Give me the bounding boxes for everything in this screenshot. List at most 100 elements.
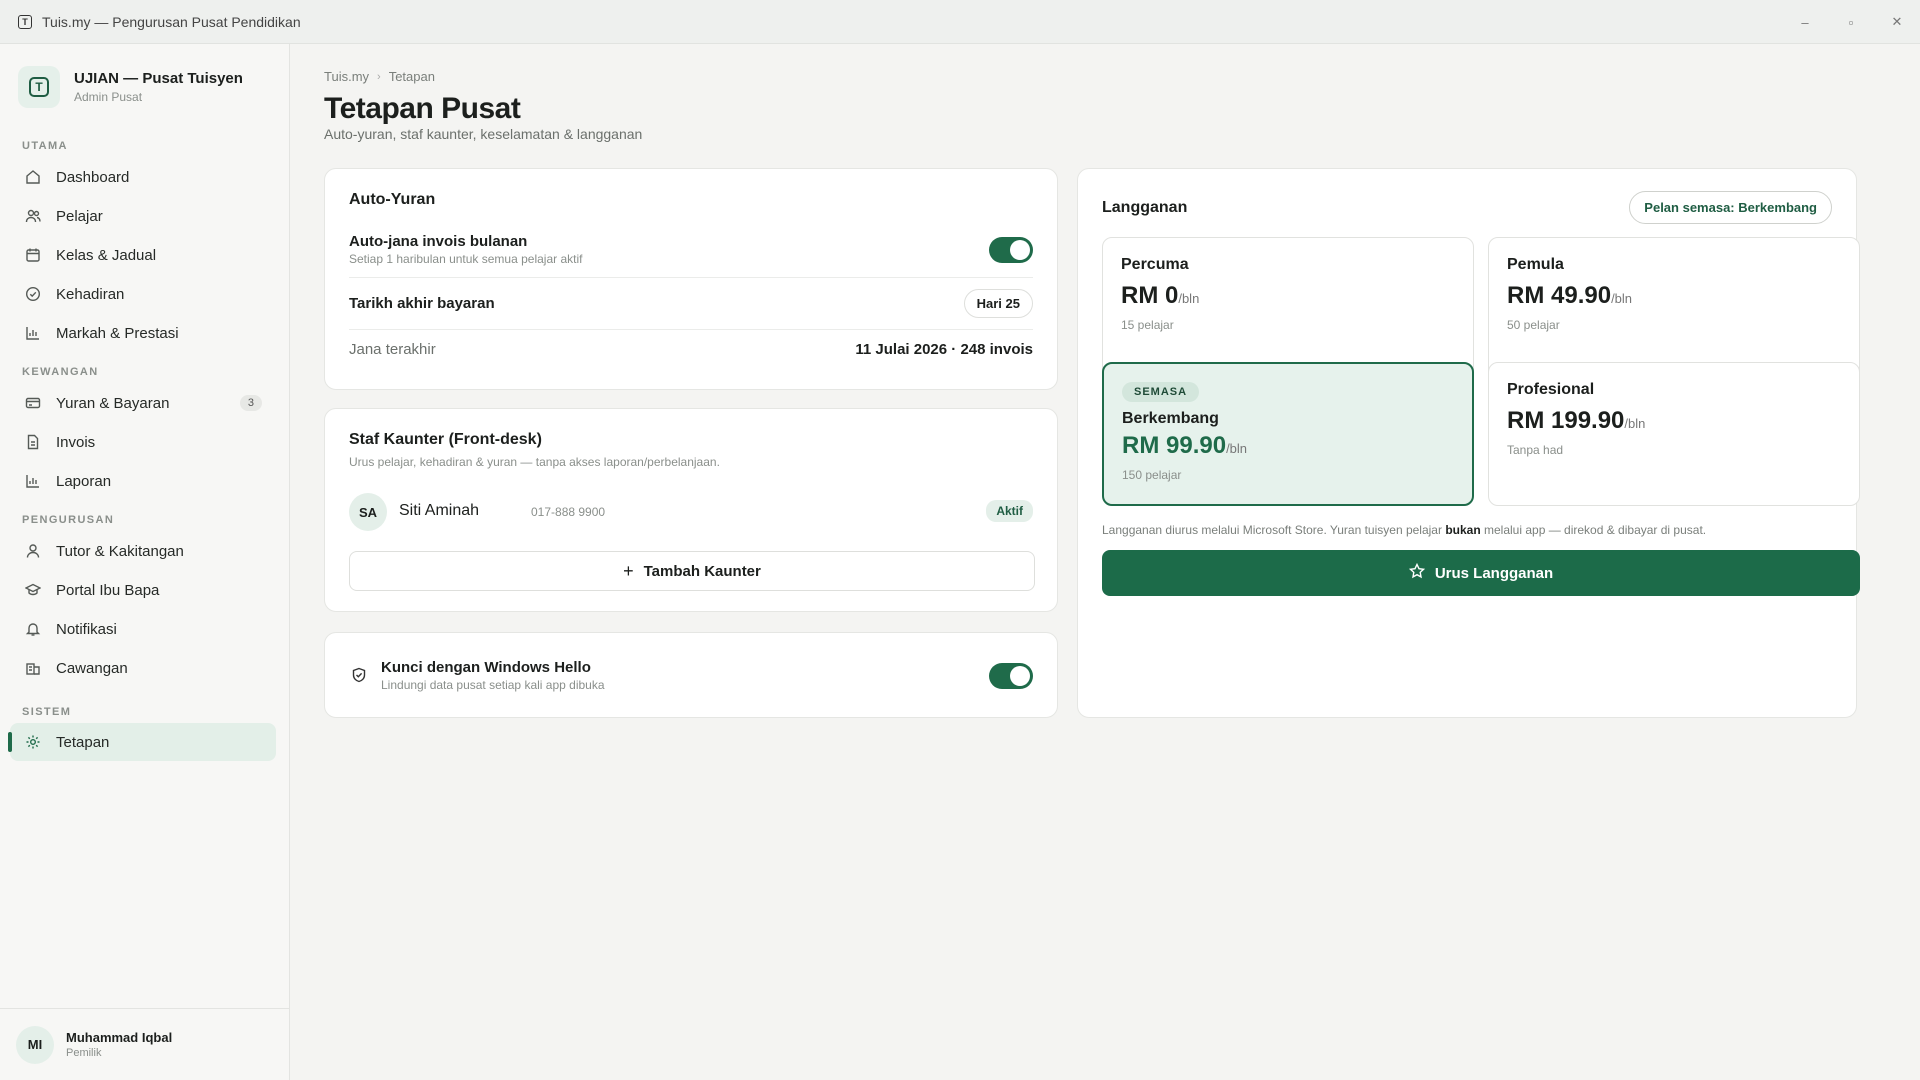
check-circle-icon xyxy=(24,285,42,303)
windows-hello-toggle[interactable] xyxy=(989,663,1033,689)
manage-subscription-label: Urus Langganan xyxy=(1434,564,1554,582)
last-run-value: 11 Julai 2026 · 248 invois xyxy=(855,341,1033,358)
sidebar-item-pelajar[interactable]: Pelajar xyxy=(10,197,276,235)
count-badge: 3 xyxy=(239,395,262,411)
section-label-kewangan: KEWANGAN xyxy=(22,366,99,378)
plan-name: Pemula xyxy=(1507,256,1564,273)
status-badge: Aktif xyxy=(986,500,1033,522)
add-counter-button[interactable]: + Tambah Kaunter xyxy=(349,551,1035,591)
bell-icon xyxy=(24,620,42,638)
current-plan-tag: SEMASA xyxy=(1122,382,1200,402)
sidebar-item-markah-prestasi[interactable]: Markah & Prestasi xyxy=(10,314,276,352)
plan-period: /bln xyxy=(1226,441,1248,456)
sidebar-item-label: Notifikasi xyxy=(56,620,117,638)
plan-name: Profesional xyxy=(1507,381,1595,398)
auto-invoice-toggle[interactable] xyxy=(989,237,1033,263)
counter-staff-title: Staf Kaunter (Front-desk) xyxy=(349,431,542,448)
brand-logo: T xyxy=(18,66,60,108)
plan-price: RM 0 xyxy=(1121,282,1179,309)
sidebar-item-invois[interactable]: Invois xyxy=(10,423,276,461)
current-plan-pill: Pelan semasa: Berkembang xyxy=(1629,191,1832,224)
sidebar-item-label: Portal Ibu Bapa xyxy=(56,581,160,599)
building-icon xyxy=(24,659,42,677)
brand: T UJIAN — Pusat Tuisyen Admin Pusat xyxy=(18,66,243,108)
gear-icon xyxy=(24,733,42,751)
plan-price: RM 99.90 xyxy=(1122,432,1227,459)
sidebar-item-label: Markah & Prestasi xyxy=(56,324,179,342)
sidebar-item-label: Kelas & Jadual xyxy=(56,246,157,264)
sidebar-item-label: Laporan xyxy=(56,472,112,490)
sidebar-item-portal-ibu-bapa[interactable]: Portal Ibu Bapa xyxy=(10,571,276,609)
sidebar-item-label: Cawangan xyxy=(56,659,128,677)
breadcrumb-item-current: Tetapan xyxy=(388,69,435,84)
breadcrumb: Tuis.my › Tetapan xyxy=(324,69,435,84)
sidebar-item-cawangan[interactable]: Cawangan xyxy=(10,649,276,687)
counter-staff-card: Staf Kaunter (Front-desk) Urus pelajar, … xyxy=(324,408,1058,612)
plan-name: Percuma xyxy=(1121,256,1189,273)
auto-fee-card: Auto-Yuran Auto-jana invois bulanan Seti… xyxy=(324,168,1058,390)
due-date-select[interactable]: Hari 25 xyxy=(963,289,1033,318)
plan-period: /bln xyxy=(1178,291,1200,306)
counter-staff-description: Urus pelajar, kehadiran & yuran — tanpa … xyxy=(349,455,720,469)
person-icon xyxy=(24,542,42,560)
last-run-label: Jana terakhir xyxy=(349,341,436,358)
plus-icon: + xyxy=(623,560,634,581)
page-subtitle: Auto-yuran, staf kaunter, keselamatan & … xyxy=(324,126,643,142)
divider xyxy=(349,329,1033,330)
user-profile[interactable]: MI Muhammad Iqbal Pemilik xyxy=(0,1008,289,1080)
windows-hello-label: Kunci dengan Windows Hello xyxy=(381,659,591,676)
plan-period: /bln xyxy=(1624,416,1646,431)
sidebar-item-label: Tutor & Kakitangan xyxy=(56,542,184,560)
window-controls: – ▫ ✕ xyxy=(1782,0,1920,44)
bar-chart-icon xyxy=(24,324,42,342)
sidebar-item-yuran-bayaran[interactable]: Yuran & Bayaran 3 xyxy=(10,384,276,422)
calendar-icon xyxy=(24,246,42,264)
plan-capacity: 15 pelajar xyxy=(1121,318,1174,332)
plan-card-profesional[interactable]: Profesional RM 199.90/bln Tanpa had xyxy=(1488,362,1860,506)
user-name: Muhammad Iqbal xyxy=(66,1030,173,1045)
sidebar-item-tetapan[interactable]: Tetapan xyxy=(8,723,276,761)
staff-name: Siti Aminah xyxy=(399,502,480,519)
sidebar-item-laporan[interactable]: Laporan xyxy=(10,462,276,500)
plan-capacity: Tanpa had xyxy=(1507,443,1564,457)
note-text: Langganan diurus melalui Microsoft Store… xyxy=(1102,523,1446,537)
plan-card-berkembang[interactable]: SEMASA Berkembang RM 99.90/bln 150 pelaj… xyxy=(1102,362,1474,506)
sidebar-item-notifikasi[interactable]: Notifikasi xyxy=(10,610,276,648)
sidebar-item-label: Yuran & Bayaran xyxy=(56,394,170,412)
brand-logo-icon: T xyxy=(29,77,49,97)
manage-subscription-button[interactable]: Urus Langganan xyxy=(1102,550,1860,596)
user-role: Pemilik xyxy=(66,1047,102,1059)
document-icon xyxy=(24,433,42,451)
avatar: MI xyxy=(16,1025,54,1064)
divider xyxy=(349,277,1033,278)
sidebar-item-kelas-jadual[interactable]: Kelas & Jadual xyxy=(10,236,276,274)
section-label-utama: UTAMA xyxy=(22,140,68,152)
plan-card-pemula[interactable]: Pemula RM 49.90/bln 50 pelajar xyxy=(1488,237,1860,381)
plan-price: RM 49.90 xyxy=(1507,282,1612,309)
bar-chart-icon xyxy=(24,472,42,490)
close-button[interactable]: ✕ xyxy=(1874,0,1920,44)
toggle-knob xyxy=(1010,240,1030,260)
maximize-button[interactable]: ▫ xyxy=(1828,0,1874,44)
minimize-button[interactable]: – xyxy=(1782,0,1828,44)
plan-name: Berkembang xyxy=(1122,410,1219,427)
plan-capacity: 150 pelajar xyxy=(1122,468,1182,482)
sidebar-item-tutor-kakitangan[interactable]: Tutor & Kakitangan xyxy=(10,532,276,570)
sidebar-item-label: Dashboard xyxy=(56,168,130,186)
sidebar-item-dashboard[interactable]: Dashboard xyxy=(10,158,276,196)
staff-phone: 017-888 9900 xyxy=(531,505,606,519)
section-label-sistem: SISTEM xyxy=(22,706,72,718)
sidebar-item-kehadiran[interactable]: Kehadiran xyxy=(10,275,276,313)
subscription-title: Langganan xyxy=(1102,199,1188,216)
page-title: Tetapan Pusat xyxy=(324,92,521,125)
plan-card-percuma[interactable]: Percuma RM 0/bln 15 pelajar xyxy=(1102,237,1474,381)
auto-invoice-help: Setiap 1 haribulan untuk semua pelajar a… xyxy=(349,252,583,266)
shield-check-icon xyxy=(351,667,367,688)
note-text: melalui app — direkod & dibayar di pusat… xyxy=(1480,523,1707,537)
breadcrumb-item-home[interactable]: Tuis.my xyxy=(324,69,369,84)
sidebar-item-label: Pelajar xyxy=(56,207,103,225)
title-bar: T Tuis.my — Pengurusan Pusat Pendidikan … xyxy=(0,0,1920,44)
brand-name: UJIAN — Pusat Tuisyen xyxy=(74,70,243,87)
star-icon xyxy=(1408,562,1425,583)
windows-hello-help: Lindungi data pusat setiap kali app dibu… xyxy=(381,678,605,692)
